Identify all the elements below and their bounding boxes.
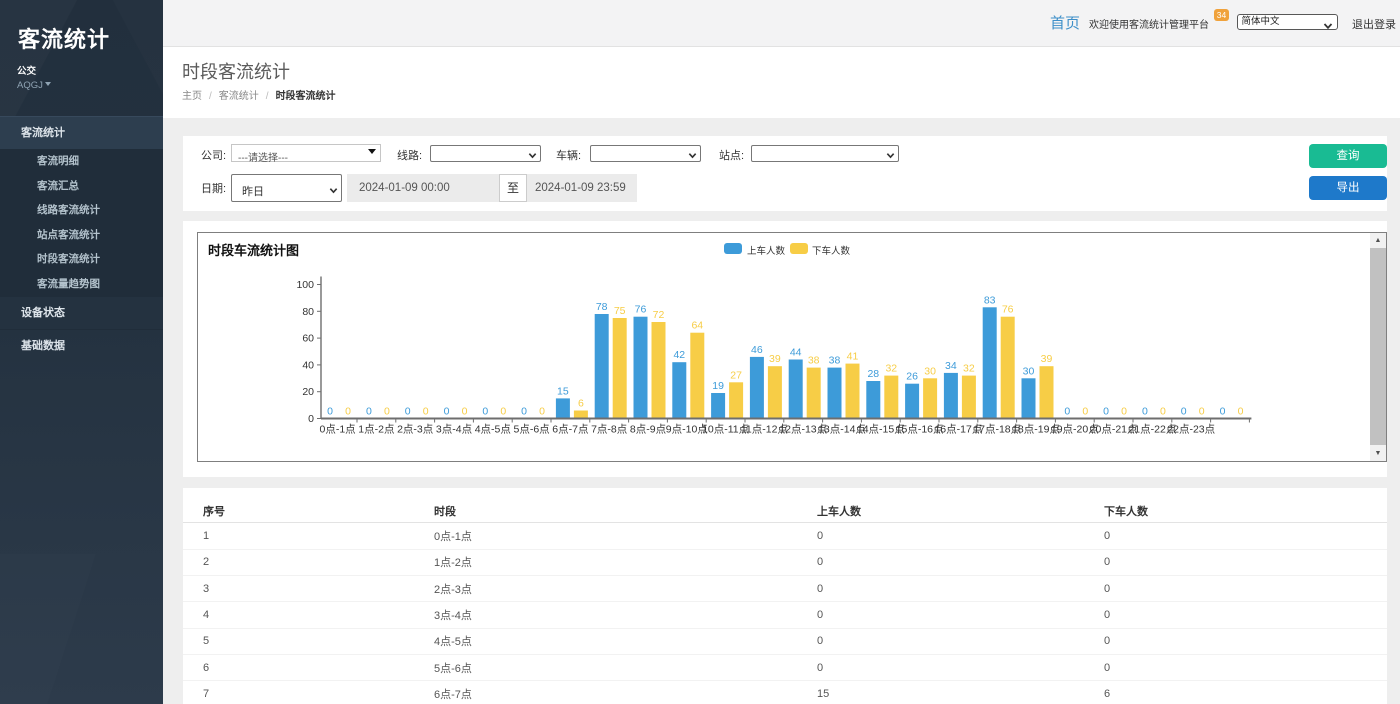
svg-text:0: 0 xyxy=(462,406,468,418)
svg-text:39: 39 xyxy=(769,353,781,365)
svg-text:27: 27 xyxy=(730,369,742,381)
svg-text:41: 41 xyxy=(847,351,859,363)
svg-text:0: 0 xyxy=(308,413,314,425)
svg-text:0: 0 xyxy=(366,406,372,418)
svg-text:2点-3点: 2点-3点 xyxy=(397,424,433,436)
svg-text:42: 42 xyxy=(673,349,685,361)
svg-text:0: 0 xyxy=(327,406,333,418)
svg-text:0: 0 xyxy=(1238,406,1244,418)
svg-text:3点-4点: 3点-4点 xyxy=(436,424,472,436)
svg-text:0: 0 xyxy=(1103,406,1109,418)
svg-text:32: 32 xyxy=(963,363,975,375)
svg-text:30: 30 xyxy=(1023,365,1035,377)
svg-text:8点-9点: 8点-9点 xyxy=(630,424,666,436)
svg-text:5点-6点: 5点-6点 xyxy=(514,424,550,436)
svg-text:15: 15 xyxy=(557,385,569,397)
svg-text:0点-1点: 0点-1点 xyxy=(320,424,356,436)
svg-text:32: 32 xyxy=(885,363,897,375)
svg-text:0: 0 xyxy=(1142,406,1148,418)
svg-text:19: 19 xyxy=(712,380,724,392)
svg-text:6点-7点: 6点-7点 xyxy=(552,424,588,436)
svg-text:0: 0 xyxy=(1160,406,1166,418)
svg-text:30: 30 xyxy=(924,365,936,377)
svg-text:76: 76 xyxy=(1002,304,1014,316)
svg-text:60: 60 xyxy=(302,333,314,345)
svg-text:0: 0 xyxy=(1121,406,1127,418)
svg-text:6: 6 xyxy=(578,398,584,410)
svg-text:72: 72 xyxy=(653,309,665,321)
svg-text:44: 44 xyxy=(790,347,802,359)
svg-text:28: 28 xyxy=(867,368,879,380)
svg-text:0: 0 xyxy=(482,406,488,418)
svg-text:39: 39 xyxy=(1041,353,1053,365)
svg-text:75: 75 xyxy=(614,305,626,317)
svg-text:26: 26 xyxy=(906,371,918,383)
svg-text:40: 40 xyxy=(302,359,314,371)
svg-text:0: 0 xyxy=(384,406,390,418)
svg-text:0: 0 xyxy=(345,406,351,418)
svg-text:0: 0 xyxy=(1181,406,1187,418)
svg-text:64: 64 xyxy=(691,320,703,332)
svg-text:34: 34 xyxy=(945,360,957,372)
svg-text:38: 38 xyxy=(808,355,820,367)
svg-text:100: 100 xyxy=(296,279,314,291)
svg-text:0: 0 xyxy=(521,406,527,418)
svg-text:0: 0 xyxy=(1220,406,1226,418)
svg-text:80: 80 xyxy=(302,306,314,318)
svg-text:0: 0 xyxy=(500,406,506,418)
svg-text:22点-23点: 22点-23点 xyxy=(1167,424,1215,436)
svg-text:0: 0 xyxy=(1199,406,1205,418)
svg-text:7点-8点: 7点-8点 xyxy=(591,424,627,436)
svg-text:20: 20 xyxy=(302,386,314,398)
svg-text:0: 0 xyxy=(1082,406,1088,418)
svg-text:0: 0 xyxy=(539,406,545,418)
svg-text:38: 38 xyxy=(829,355,841,367)
svg-text:83: 83 xyxy=(984,294,996,306)
svg-text:0: 0 xyxy=(1064,406,1070,418)
svg-text:1点-2点: 1点-2点 xyxy=(358,424,394,436)
svg-text:4点-5点: 4点-5点 xyxy=(475,424,511,436)
svg-text:76: 76 xyxy=(635,304,647,316)
svg-text:78: 78 xyxy=(596,301,608,313)
svg-text:0: 0 xyxy=(444,406,450,418)
svg-text:0: 0 xyxy=(423,406,429,418)
svg-text:0: 0 xyxy=(405,406,411,418)
svg-text:46: 46 xyxy=(751,344,763,356)
